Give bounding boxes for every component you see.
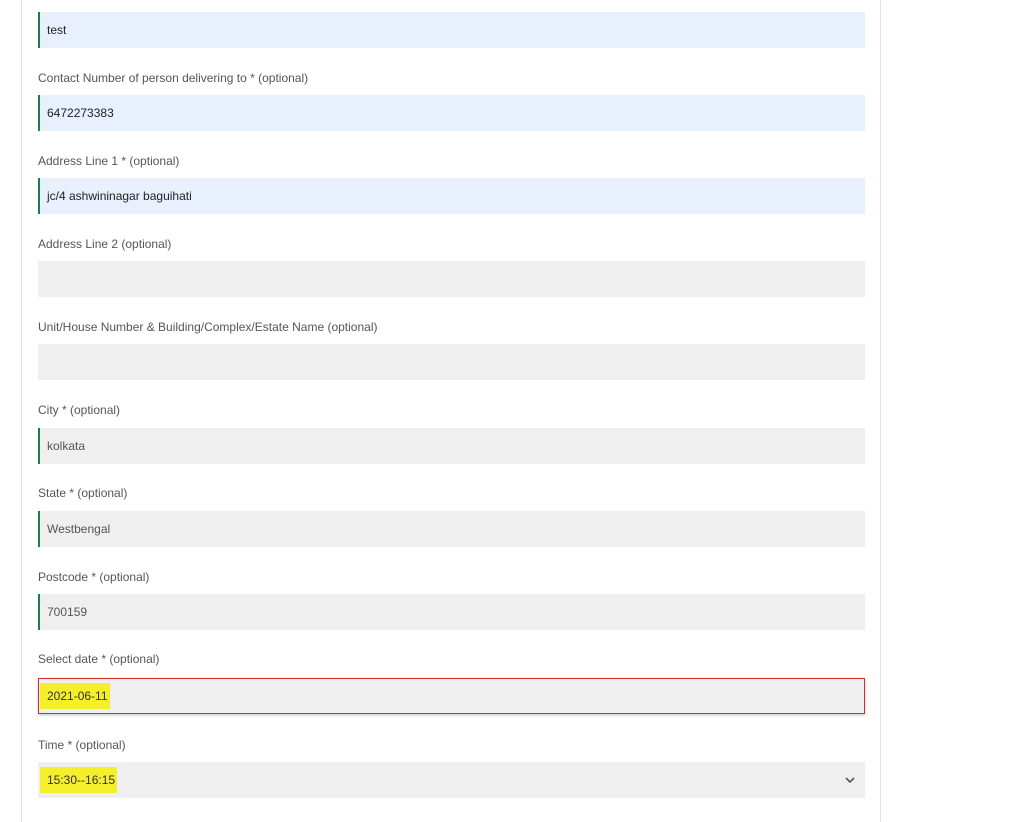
address-line-1-value: jc/4 ashwininagar baguihati [47, 189, 192, 203]
state-input[interactable]: Westbengal [38, 511, 865, 547]
address-line-1-input[interactable]: jc/4 ashwininagar baguihati [38, 178, 865, 214]
address-line-2-input[interactable] [38, 261, 865, 297]
top-input[interactable]: test [38, 12, 865, 48]
city-input[interactable]: kolkata [38, 428, 865, 464]
time-select[interactable]: 15:30--16:15 [38, 762, 865, 798]
contact-number-label: Contact Number of person delivering to *… [38, 71, 309, 85]
time-select-value: 15:30--16:15 [40, 767, 118, 793]
postcode-label: Postcode * (optional) [38, 570, 150, 584]
postcode-value: 700159 [47, 605, 88, 619]
select-date-label: Select date * (optional) [38, 652, 160, 666]
state-value: Westbengal [47, 522, 111, 536]
state-label: State * (optional) [38, 486, 128, 500]
contact-number-value: 6472273383 [47, 106, 114, 120]
top-input-value: test [47, 23, 67, 37]
select-date-input[interactable]: 2021-06-11 [38, 678, 865, 714]
contact-number-input[interactable]: 6472273383 [38, 95, 865, 131]
time-label: Time * (optional) [38, 738, 126, 752]
address-line-2-label: Address Line 2 (optional) [38, 237, 172, 251]
chevron-down-icon [845, 777, 855, 784]
city-value: kolkata [47, 439, 86, 453]
unit-house-label: Unit/House Number & Building/Complex/Est… [38, 320, 378, 334]
unit-house-input[interactable] [38, 344, 865, 380]
city-label: City * (optional) [38, 403, 121, 417]
select-date-value: 2021-06-11 [40, 683, 110, 709]
postcode-input[interactable]: 700159 [38, 594, 865, 630]
address-line-1-label: Address Line 1 * (optional) [38, 154, 180, 168]
